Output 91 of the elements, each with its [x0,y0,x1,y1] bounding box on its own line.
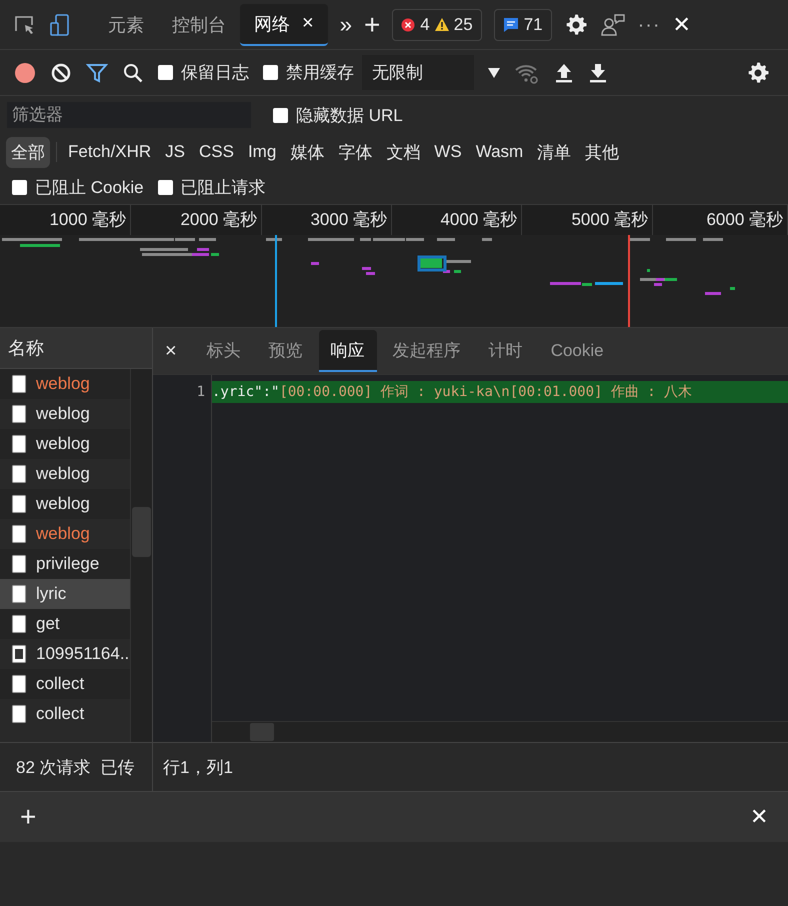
column-header[interactable]: 名称 [0,328,152,369]
throttling-select[interactable]: 无限制 [362,55,474,90]
message-icon [502,16,519,32]
type-filter-chip[interactable]: 媒体 [285,136,330,168]
file-icon [12,405,26,423]
download-icon[interactable] [588,62,608,84]
status-text: 82 次请求 [16,756,91,778]
caret-icon[interactable] [488,68,500,78]
upload-icon[interactable] [554,62,574,84]
type-filter-chip[interactable]: 清单 [532,136,576,168]
file-icon [12,435,26,453]
filter-icon[interactable] [86,62,108,84]
checkbox-label: 已阻止请求 [180,176,266,198]
checkbox-label: 禁用缓存 [286,62,354,84]
scrollbar-thumb[interactable] [132,507,151,557]
warning-count: 25 [454,14,473,34]
type-filter-chip[interactable]: 全部 [6,136,50,168]
request-row[interactable]: get [0,609,130,639]
file-icon [12,615,26,633]
detail-tab[interactable]: 预览 [256,330,315,372]
cursor-position: 行1，列1 [163,756,233,778]
file-icon [12,675,26,693]
file-icon [12,585,26,603]
checkbox[interactable] [158,180,173,194]
time-tick-label: 1000 毫秒 [0,205,131,235]
type-filter-chip[interactable]: JS [160,138,190,166]
type-filter-chip[interactable]: WS [429,138,467,166]
panel-tab[interactable]: 元素 [94,4,158,46]
file-icon [12,705,26,723]
line-number: 1 [196,383,206,402]
file-icon [12,495,26,513]
file-icon [12,465,26,483]
type-filter-chip[interactable]: 其他 [580,136,624,168]
checkbox[interactable] [273,108,288,122]
close-button[interactable]: × [165,340,177,362]
image-icon [12,645,26,663]
messages-badge[interactable]: 71 [494,8,552,40]
close-button[interactable]: ✕ [672,14,691,36]
request-row[interactable]: privilege [0,549,130,579]
more-tabs-button[interactable]: » [340,14,352,36]
type-filter-chip[interactable]: 文档 [381,136,426,168]
detail-tab[interactable]: 发起程序 [380,330,473,372]
time-tick-label: 3000 毫秒 [262,205,392,235]
issues-badge[interactable]: 4 25 [392,8,482,40]
feedback-icon[interactable] [600,12,626,36]
filter-field[interactable]: 筛选器 [7,102,251,128]
type-filter-chip[interactable]: CSS [194,138,239,166]
type-filter-chip[interactable]: 字体 [333,136,378,168]
file-icon [12,375,26,393]
detail-tab[interactable]: Cookie [538,330,616,372]
add-button[interactable]: + [20,803,36,831]
settings-icon[interactable] [564,12,588,36]
time-tick-label: 2000 毫秒 [131,205,262,235]
request-row[interactable]: weblog [0,429,130,459]
detail-tab[interactable]: 响应 [318,330,377,372]
checkbox[interactable] [12,180,27,194]
error-count: 4 [420,14,430,34]
device-icon[interactable] [48,12,72,36]
panel-tab[interactable]: 控制台 [158,4,240,46]
checkbox-label: 隐藏数据 URL [296,104,403,126]
time-tick-label: 4000 毫秒 [392,205,522,235]
request-row[interactable]: lyric [0,579,130,609]
clear-icon[interactable] [50,62,72,84]
type-filter-chip[interactable]: Wasm [470,138,528,166]
status-text: 已传 [100,756,135,778]
file-icon [12,525,26,543]
file-icon [12,555,26,573]
type-filter-chip[interactable]: Fetch/XHR [63,138,156,166]
panel-tab[interactable]: 网络 × [240,4,328,46]
detail-tab[interactable]: 计时 [476,330,535,372]
checkbox[interactable] [263,65,278,80]
type-filter-chip[interactable]: Img [242,138,282,166]
settings-icon[interactable] [746,60,770,84]
close-button[interactable]: ✕ [750,806,768,828]
time-tick-label: 6000 毫秒 [653,205,788,235]
detail-tab[interactable]: 标头 [194,330,253,372]
checkbox-label: 已阻止 Cookie [35,176,144,198]
message-count: 71 [524,14,543,34]
checkbox[interactable] [158,65,173,80]
add-tab-button[interactable]: + [364,10,380,38]
scrollbar-thumb[interactable] [250,723,274,741]
request-row[interactable]: collect [0,669,130,699]
request-row[interactable]: weblog [0,369,130,399]
time-tick-label: 5000 毫秒 [522,205,653,235]
error-icon [401,18,416,32]
checkbox-label: 保留日志 [181,62,249,84]
record-icon[interactable] [14,62,36,84]
more-menu-button[interactable]: ··· [638,14,661,34]
request-row[interactable]: weblog [0,489,130,519]
search-icon[interactable] [122,62,144,84]
warning-icon [434,18,449,31]
